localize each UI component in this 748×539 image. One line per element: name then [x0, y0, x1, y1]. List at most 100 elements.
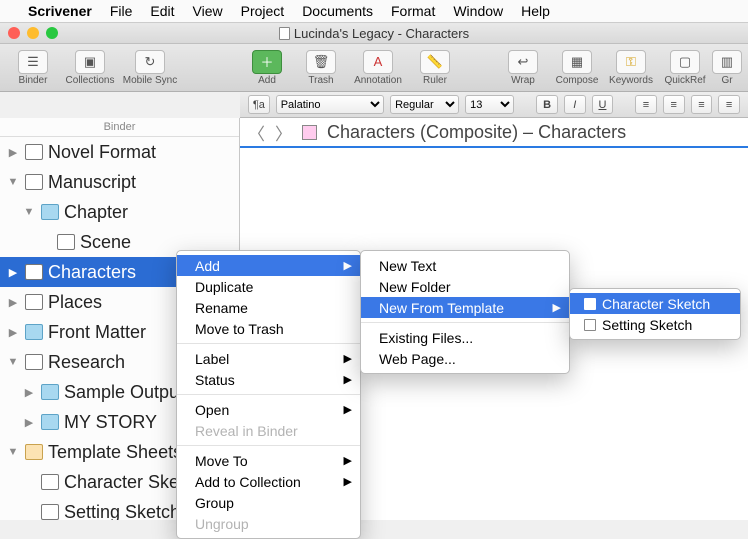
window-title-text: Lucinda's Legacy - Characters: [294, 26, 469, 41]
binder-item-label: Places: [48, 292, 102, 313]
menu-view[interactable]: View: [193, 3, 223, 19]
toolbar-mobile-sync-button[interactable]: ↻Mobile Sync: [120, 46, 180, 90]
binder-item-label: Manuscript: [48, 172, 136, 193]
ctx-ungroup: Ungroup: [177, 513, 360, 534]
toolbar-quickref-button[interactable]: ▢QuickRef: [658, 46, 712, 90]
ctx-web-page[interactable]: Web Page...: [361, 348, 569, 369]
menu-file[interactable]: File: [110, 3, 133, 19]
disclosure-icon[interactable]: ▼: [22, 206, 36, 218]
ctx-move-to-trash[interactable]: Move to Trash: [177, 318, 360, 339]
binder-item[interactable]: ▶Novel Format: [0, 137, 239, 167]
ctx-setting-sketch[interactable]: Setting Sketch: [570, 314, 740, 335]
binder-item-label: Setting Sketch: [64, 502, 180, 521]
menu-format[interactable]: Format: [391, 3, 435, 19]
window-minimize-button[interactable]: [27, 27, 39, 39]
ctx-duplicate[interactable]: Duplicate: [177, 276, 360, 297]
toolbar-keywords-button[interactable]: ⚿Keywords: [604, 46, 658, 90]
editor-nav-bar: 〈 〉 Characters (Composite) – Characters: [240, 118, 748, 148]
menu-documents[interactable]: Documents: [302, 3, 373, 19]
ctx-new-from-template[interactable]: New From Template▶: [361, 297, 569, 318]
font-family-select[interactable]: Palatino: [276, 95, 384, 114]
binder-item-icon: [25, 324, 43, 340]
toolbar-ruler-button[interactable]: 📏Ruler: [408, 46, 462, 90]
align-left-button[interactable]: ≡: [635, 95, 657, 114]
binder-item-label: Sample Output: [64, 382, 184, 403]
align-right-button[interactable]: ≡: [691, 95, 713, 114]
binder-item-icon: [41, 414, 59, 430]
binder-item-icon: [25, 264, 43, 280]
binder-item-icon: [25, 444, 43, 460]
menu-window[interactable]: Window: [453, 3, 503, 19]
ctx-add[interactable]: Add▶: [177, 255, 360, 276]
main-toolbar: ☰Binder ▣Collections ↻Mobile Sync ＋Add 🗑…: [0, 44, 748, 92]
disclosure-icon[interactable]: ▼: [6, 446, 20, 458]
disclosure-icon[interactable]: ▶: [22, 386, 36, 399]
menu-separator: [177, 394, 360, 395]
binder-item-icon: [25, 144, 43, 160]
font-style-select[interactable]: Regular: [390, 95, 459, 114]
disclosure-icon[interactable]: ▶: [6, 146, 20, 159]
toolbar-add-button[interactable]: ＋Add: [240, 46, 294, 90]
bold-button[interactable]: B: [536, 95, 558, 114]
italic-button[interactable]: I: [564, 95, 586, 114]
system-menubar[interactable]: Scrivener File Edit View Project Documen…: [0, 0, 748, 22]
add-submenu[interactable]: New Text New Folder New From Template▶ E…: [360, 250, 570, 374]
window-zoom-button[interactable]: [46, 27, 58, 39]
ctx-new-folder[interactable]: New Folder: [361, 276, 569, 297]
traffic-lights: [8, 27, 58, 39]
ctx-group[interactable]: Group: [177, 492, 360, 513]
window-title: Lucinda's Legacy - Characters: [279, 26, 469, 41]
disclosure-icon[interactable]: ▶: [6, 326, 20, 339]
disclosure-icon[interactable]: ▶: [6, 266, 20, 279]
template-submenu[interactable]: Character Sketch Setting Sketch: [569, 288, 741, 340]
binder-item-label: Chapter: [64, 202, 128, 223]
underline-button[interactable]: U: [592, 95, 614, 114]
binder-item[interactable]: ▼ Chapter: [0, 197, 239, 227]
font-size-select[interactable]: 13: [465, 95, 514, 114]
paragraph-style-button[interactable]: ¶a: [248, 95, 270, 114]
ctx-move-to[interactable]: Move To▶: [177, 450, 360, 471]
editor-path: Characters (Composite) – Characters: [327, 122, 626, 143]
app-menu[interactable]: Scrivener: [28, 3, 92, 19]
binder-context-menu[interactable]: Add▶ Duplicate Rename Move to Trash Labe…: [176, 250, 361, 539]
toolbar-binder-button[interactable]: ☰Binder: [6, 46, 60, 90]
align-center-button[interactable]: ≡: [663, 95, 685, 114]
disclosure-icon[interactable]: ▶: [6, 296, 20, 309]
ctx-new-text[interactable]: New Text: [361, 255, 569, 276]
ctx-status[interactable]: Status▶: [177, 369, 360, 390]
toolbar-collections-button[interactable]: ▣Collections: [60, 46, 120, 90]
binder-item-icon: [41, 474, 59, 490]
menu-separator: [177, 343, 360, 344]
window-titlebar: Lucinda's Legacy - Characters: [0, 22, 748, 44]
binder-header: Binder: [0, 118, 239, 137]
disclosure-icon[interactable]: ▼: [6, 176, 20, 188]
ctx-add-collection[interactable]: Add to Collection▶: [177, 471, 360, 492]
toolbar-groups-button[interactable]: ▥Gr: [712, 46, 742, 90]
binder-item-label: Characters: [48, 262, 136, 283]
binder-item-label: Template Sheets: [48, 442, 182, 463]
menu-project[interactable]: Project: [241, 3, 285, 19]
ctx-character-sketch[interactable]: Character Sketch: [570, 293, 740, 314]
format-bar: ¶a Palatino Regular 13 B I U ≡ ≡ ≡ ≡: [240, 92, 748, 118]
nav-forward-button[interactable]: 〉: [275, 120, 292, 145]
toolbar-compose-button[interactable]: ▦Compose: [550, 46, 604, 90]
toolbar-trash-button[interactable]: 🗑Trash: [294, 46, 348, 90]
toolbar-annotation-button[interactable]: AAnnotation: [348, 46, 408, 90]
align-justify-button[interactable]: ≡: [718, 95, 740, 114]
ctx-label[interactable]: Label▶: [177, 348, 360, 369]
disclosure-icon[interactable]: ▶: [22, 416, 36, 429]
menu-edit[interactable]: Edit: [150, 3, 174, 19]
binder-item-label: Research: [48, 352, 125, 373]
window-close-button[interactable]: [8, 27, 20, 39]
binder-item-icon: [57, 234, 75, 250]
binder-item[interactable]: ▼ Manuscript: [0, 167, 239, 197]
ctx-rename[interactable]: Rename: [177, 297, 360, 318]
menu-help[interactable]: Help: [521, 3, 550, 19]
binder-item-icon: [41, 384, 59, 400]
ctx-existing-files[interactable]: Existing Files...: [361, 327, 569, 348]
ctx-open[interactable]: Open▶: [177, 399, 360, 420]
nav-back-button[interactable]: 〈: [248, 120, 265, 145]
disclosure-icon[interactable]: ▼: [6, 356, 20, 368]
document-icon: [279, 27, 290, 40]
toolbar-wrap-button[interactable]: ↩Wrap: [496, 46, 550, 90]
